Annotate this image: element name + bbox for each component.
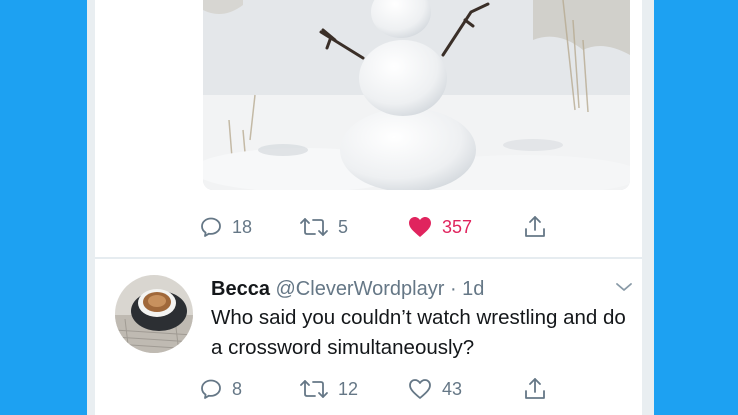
retweet-icon — [300, 218, 328, 236]
user-handle[interactable]: @CleverWordplayr — [276, 278, 445, 300]
tweet-actions: 8 12 43 — [201, 374, 563, 404]
share-button[interactable] — [523, 212, 547, 242]
phone-frame: 18 5 357 Becca @CleverWordplayr · 1d Who… — [87, 0, 654, 415]
retweet-button[interactable]: 12 — [299, 374, 358, 404]
tweet-photo-snowman[interactable] — [203, 0, 630, 190]
chevron-down-icon — [616, 283, 632, 291]
share-button[interactable] — [523, 374, 547, 404]
like-button[interactable]: 43 — [407, 374, 462, 404]
share-icon — [525, 216, 545, 237]
reply-icon — [201, 217, 221, 237]
timeline: 18 5 357 Becca @CleverWordplayr · 1d Who… — [95, 0, 642, 415]
snowman-image — [203, 0, 630, 190]
tweet-text: Who said you couldn’t watch wrestling an… — [211, 306, 626, 359]
share-icon — [525, 378, 545, 399]
reply-button[interactable]: 8 — [199, 374, 242, 404]
reply-count: 8 — [232, 378, 243, 399]
heart-icon — [409, 217, 431, 237]
reply-icon — [201, 379, 221, 399]
reply-button[interactable]: 18 — [199, 212, 252, 242]
separator-dot: · — [449, 278, 457, 300]
avatar[interactable] — [115, 275, 193, 353]
tweet-divider — [95, 257, 642, 259]
display-name[interactable]: Becca — [211, 278, 270, 300]
like-count: 43 — [442, 378, 463, 399]
retweet-count: 12 — [338, 378, 359, 399]
retweet-count: 5 — [338, 216, 349, 237]
like-button[interactable]: 357 — [407, 212, 472, 242]
coffee-cup-avatar-image — [115, 275, 193, 353]
tweet-actions: 18 5 357 — [201, 212, 563, 242]
reply-count: 18 — [232, 216, 253, 237]
tweet-header: Becca @CleverWordplayr · 1d — [211, 276, 484, 302]
heart-icon — [409, 379, 431, 399]
retweet-button[interactable]: 5 — [299, 212, 348, 242]
like-count: 357 — [442, 216, 473, 237]
tweet-menu-button[interactable] — [615, 280, 633, 298]
timestamp[interactable]: 1d — [462, 278, 484, 300]
retweet-icon — [300, 380, 328, 398]
